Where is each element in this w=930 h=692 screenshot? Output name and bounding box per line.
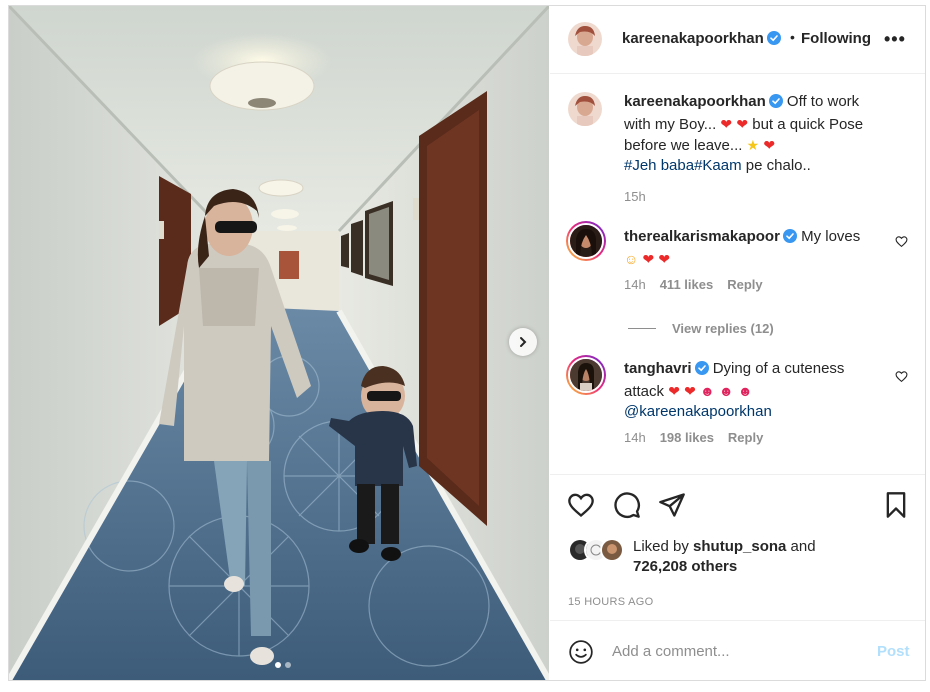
comment-meta: 14h 411 likes Reply	[624, 277, 777, 292]
comment-composer: Post	[550, 620, 925, 680]
next-photo-button[interactable]	[509, 328, 537, 356]
post-side-panel: kareenakapoorkhan • Following ••• kareen…	[550, 6, 925, 680]
reply-button[interactable]: Reply	[728, 430, 763, 445]
red-heart-emoji: ❤	[720, 116, 733, 132]
caption-timestamp: 15h	[624, 189, 660, 204]
view-replies-button[interactable]: View replies (12)	[628, 321, 774, 336]
comment-text: therealkarismakapoor My loves ☺ ❤ ❤	[624, 227, 892, 270]
author-link[interactable]: kareenakapoorkhan	[622, 30, 781, 48]
comments-section: kareenakapoorkhan Off to work with my Bo…	[550, 75, 925, 473]
like-icon[interactable]	[567, 491, 595, 522]
commenter-avatar[interactable]	[566, 355, 606, 395]
chevron-right-icon	[517, 336, 529, 348]
comment-likes[interactable]: 198 likes	[660, 430, 714, 445]
liked-by-prefix: Liked by	[633, 538, 694, 555]
author-avatar[interactable]	[568, 22, 602, 56]
comment-body: My loves	[801, 228, 861, 245]
reply-button[interactable]: Reply	[727, 277, 762, 292]
comment-username[interactable]: therealkarismakapoor	[624, 228, 780, 245]
verified-badge-icon	[768, 94, 783, 114]
red-heart-emoji: ❤	[668, 383, 680, 399]
add-comment-input[interactable]	[612, 639, 862, 663]
liked-by-and: and	[786, 538, 816, 555]
post-actions: Liked by shutup_sona and 726,208 others …	[550, 474, 925, 619]
comment-body-line1: Dying of a cuteness	[712, 360, 845, 377]
more-options-button[interactable]: •••	[884, 29, 906, 50]
caption-time[interactable]: 15h	[624, 189, 646, 204]
liked-by-avatars	[568, 538, 628, 562]
like-comment-icon[interactable]	[895, 235, 908, 251]
star-emoji: ★	[746, 137, 760, 153]
comment-meta: 14h 198 likes Reply	[624, 430, 777, 445]
carousel-dot	[285, 662, 291, 668]
caption-line4: pe chalo..	[741, 157, 811, 174]
carousel-dot-active	[275, 662, 281, 668]
red-heart-emoji: ❤	[736, 116, 749, 132]
post-header: kareenakapoorkhan • Following •••	[550, 6, 925, 74]
caption-author-avatar[interactable]	[568, 92, 602, 126]
caption-line1: Off to work	[786, 93, 860, 110]
header-separator: •	[790, 29, 795, 45]
liked-by-text: Liked by shutup_sona and 726,208 others	[633, 537, 816, 577]
following-button[interactable]: Following	[801, 30, 871, 47]
red-heart-emoji: ❤	[642, 251, 655, 267]
comment-time[interactable]: 14h	[624, 277, 646, 292]
heart-eyes-emoji: ☻	[700, 383, 715, 399]
replies-divider	[628, 328, 656, 329]
comment-body-line2: attack	[624, 383, 665, 400]
comment-username[interactable]: tanghavri	[624, 360, 692, 377]
post-photo[interactable]	[9, 6, 549, 680]
mention-link[interactable]: @kareenakapoorkhan	[624, 403, 772, 420]
like-comment-icon[interactable]	[895, 370, 908, 386]
hug-emoji: ☺	[624, 251, 639, 267]
save-bookmark-icon[interactable]	[883, 491, 909, 522]
instagram-post-window: kareenakapoorkhan • Following ••• kareen…	[0, 0, 930, 692]
post-timestamp[interactable]: 15 HOURS AGO	[568, 596, 654, 608]
liker-avatar[interactable]	[600, 538, 624, 562]
liked-by-user[interactable]: shutup_sona	[693, 538, 786, 555]
post-comment-button[interactable]: Post	[877, 643, 910, 660]
red-heart-emoji: ❤	[658, 251, 671, 267]
view-replies-label[interactable]: View replies (12)	[672, 321, 774, 336]
hashtag-kaam[interactable]: #Kaam	[694, 157, 742, 174]
comment-time[interactable]: 14h	[624, 430, 646, 445]
comment-icon[interactable]	[613, 491, 641, 522]
caption-line3: before we leave...	[624, 137, 743, 154]
likes-others-count[interactable]: 726,208 others	[633, 558, 737, 575]
carousel-indicator	[275, 662, 291, 668]
emoji-picker-icon[interactable]	[568, 639, 594, 668]
author-username[interactable]: kareenakapoorkhan	[622, 30, 764, 47]
verified-badge-icon	[694, 361, 709, 381]
red-heart-emoji: ❤	[763, 137, 776, 153]
hashtag-jeh-baba[interactable]: #Jeh baba	[624, 157, 694, 174]
comment-likes[interactable]: 411 likes	[660, 277, 714, 292]
red-heart-emoji: ❤	[684, 383, 696, 399]
verified-badge-icon	[766, 31, 781, 48]
share-icon[interactable]	[658, 491, 686, 522]
verified-badge-icon	[782, 229, 797, 249]
caption-line2b: but a quick Pose	[752, 116, 864, 133]
commenter-avatar[interactable]	[566, 221, 606, 261]
caption-text: kareenakapoorkhan Off to work with my Bo…	[624, 92, 894, 176]
caption-line2a: with my Boy...	[624, 116, 717, 133]
caption-username[interactable]: kareenakapoorkhan	[624, 93, 766, 110]
heart-eyes-emoji: ☻	[737, 383, 753, 399]
heart-eyes-emoji: ☻	[718, 383, 734, 399]
hallway-photo-illustration	[9, 6, 549, 680]
comment-text: tanghavri Dying of a cuteness attack ❤ ❤…	[624, 359, 892, 422]
